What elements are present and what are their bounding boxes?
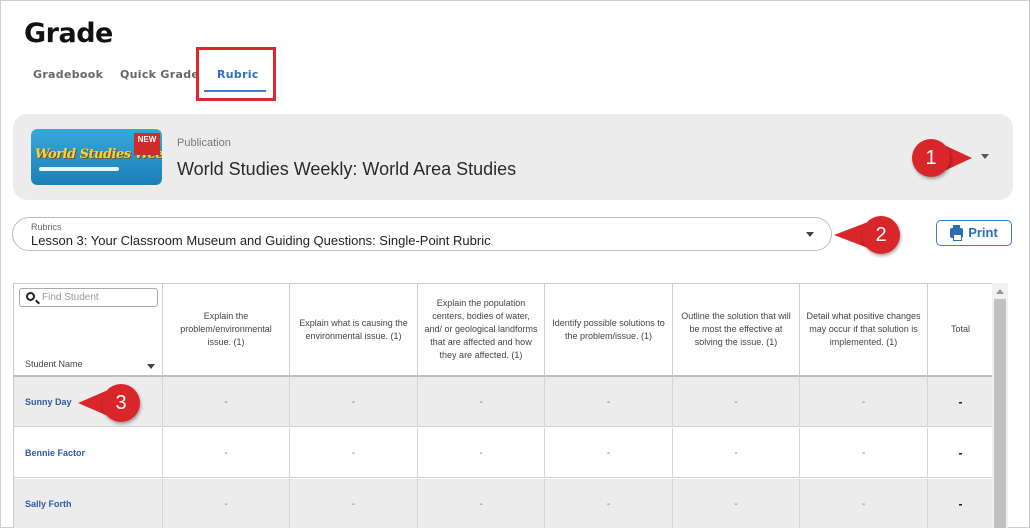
column-header-total: Total — [928, 284, 993, 377]
column-header: Explain the population centers, bodies o… — [418, 284, 545, 377]
column-header: Outline the solution that will be most t… — [673, 284, 800, 377]
score-cell[interactable]: - — [163, 377, 290, 427]
tab-quick-grade[interactable]: Quick Grade — [120, 66, 199, 94]
score-cell[interactable]: - — [290, 479, 418, 528]
total-cell: - — [928, 479, 993, 528]
page-title: Grade — [24, 18, 113, 49]
find-student-input[interactable] — [42, 290, 154, 305]
score-cell[interactable]: - — [800, 479, 928, 528]
publication-thumbnail: World Studies Weekly NEW — [31, 129, 162, 185]
total-cell: - — [928, 428, 993, 478]
score-cell[interactable]: - — [290, 428, 418, 478]
total-cell: - — [928, 377, 993, 427]
print-button-label: Print — [968, 225, 998, 240]
callout-number: 1 — [912, 139, 950, 177]
rubric-select-label: Rubrics — [31, 222, 62, 232]
score-cell[interactable]: - — [418, 377, 545, 427]
rubric-select-value: Lesson 3: Your Classroom Museum and Guid… — [31, 233, 491, 248]
score-cell[interactable]: - — [800, 428, 928, 478]
student-column-header: Student Name — [14, 284, 163, 377]
new-badge: NEW — [134, 133, 160, 155]
publication-label: Publication — [177, 137, 231, 149]
score-cell[interactable]: - — [418, 479, 545, 528]
column-header: Explain the problem/environmental issue.… — [163, 284, 290, 377]
score-cell[interactable]: - — [673, 479, 800, 528]
rubric-select[interactable]: Rubrics Lesson 3: Your Classroom Museum … — [12, 217, 832, 251]
rubric-tab-highlight — [196, 47, 276, 101]
publication-logo-subline — [39, 167, 119, 171]
table-row: Bennie Factor - - - - - - - — [14, 428, 993, 478]
score-cell[interactable]: - — [545, 479, 673, 528]
callout-number: 3 — [102, 384, 140, 422]
table-scrollbar[interactable] — [992, 283, 1008, 528]
callout-3: 3 — [78, 384, 142, 422]
student-name-label: Student Name — [25, 359, 83, 369]
score-cell[interactable]: - — [545, 428, 673, 478]
tab-gradebook[interactable]: Gradebook — [33, 66, 103, 94]
student-name-link[interactable]: Bennie Factor — [14, 428, 163, 478]
score-cell[interactable]: - — [163, 428, 290, 478]
chevron-down-icon[interactable] — [806, 232, 814, 237]
score-cell[interactable]: - — [545, 377, 673, 427]
publication-selector[interactable]: World Studies Weekly NEW Publication Wor… — [13, 114, 1013, 200]
table-row: Sunny Day - - - - - - - — [14, 377, 993, 427]
score-cell[interactable]: - — [163, 479, 290, 528]
callout-number: 2 — [862, 216, 900, 254]
score-cell[interactable]: - — [800, 377, 928, 427]
score-cell[interactable]: - — [290, 377, 418, 427]
callout-1: 1 — [912, 139, 972, 177]
scrollbar-thumb[interactable] — [994, 299, 1006, 528]
score-cell[interactable]: - — [418, 428, 545, 478]
table-row: Sally Forth - - - - - - - — [14, 479, 993, 528]
student-name-link[interactable]: Sally Forth — [14, 479, 163, 528]
rubric-grade-table: Student Name Explain the problem/environ… — [13, 283, 993, 528]
column-header: Identify possible solutions to the probl… — [545, 284, 673, 377]
print-button[interactable]: Print — [936, 220, 1012, 246]
score-cell[interactable]: - — [673, 377, 800, 427]
search-icon — [26, 292, 35, 301]
printer-icon — [950, 225, 964, 241]
publication-title: World Studies Weekly: World Area Studies — [177, 159, 517, 179]
column-header: Explain what is causing the environmenta… — [290, 284, 418, 377]
column-header: Detail what positive changes may occur i… — [800, 284, 928, 377]
callout-2: 2 — [834, 216, 900, 254]
sort-chevron-down-icon[interactable] — [147, 364, 155, 369]
scroll-up-arrow-icon[interactable] — [996, 289, 1004, 294]
chevron-down-icon[interactable] — [981, 154, 989, 159]
score-cell[interactable]: - — [673, 428, 800, 478]
find-student-field[interactable] — [19, 288, 158, 307]
